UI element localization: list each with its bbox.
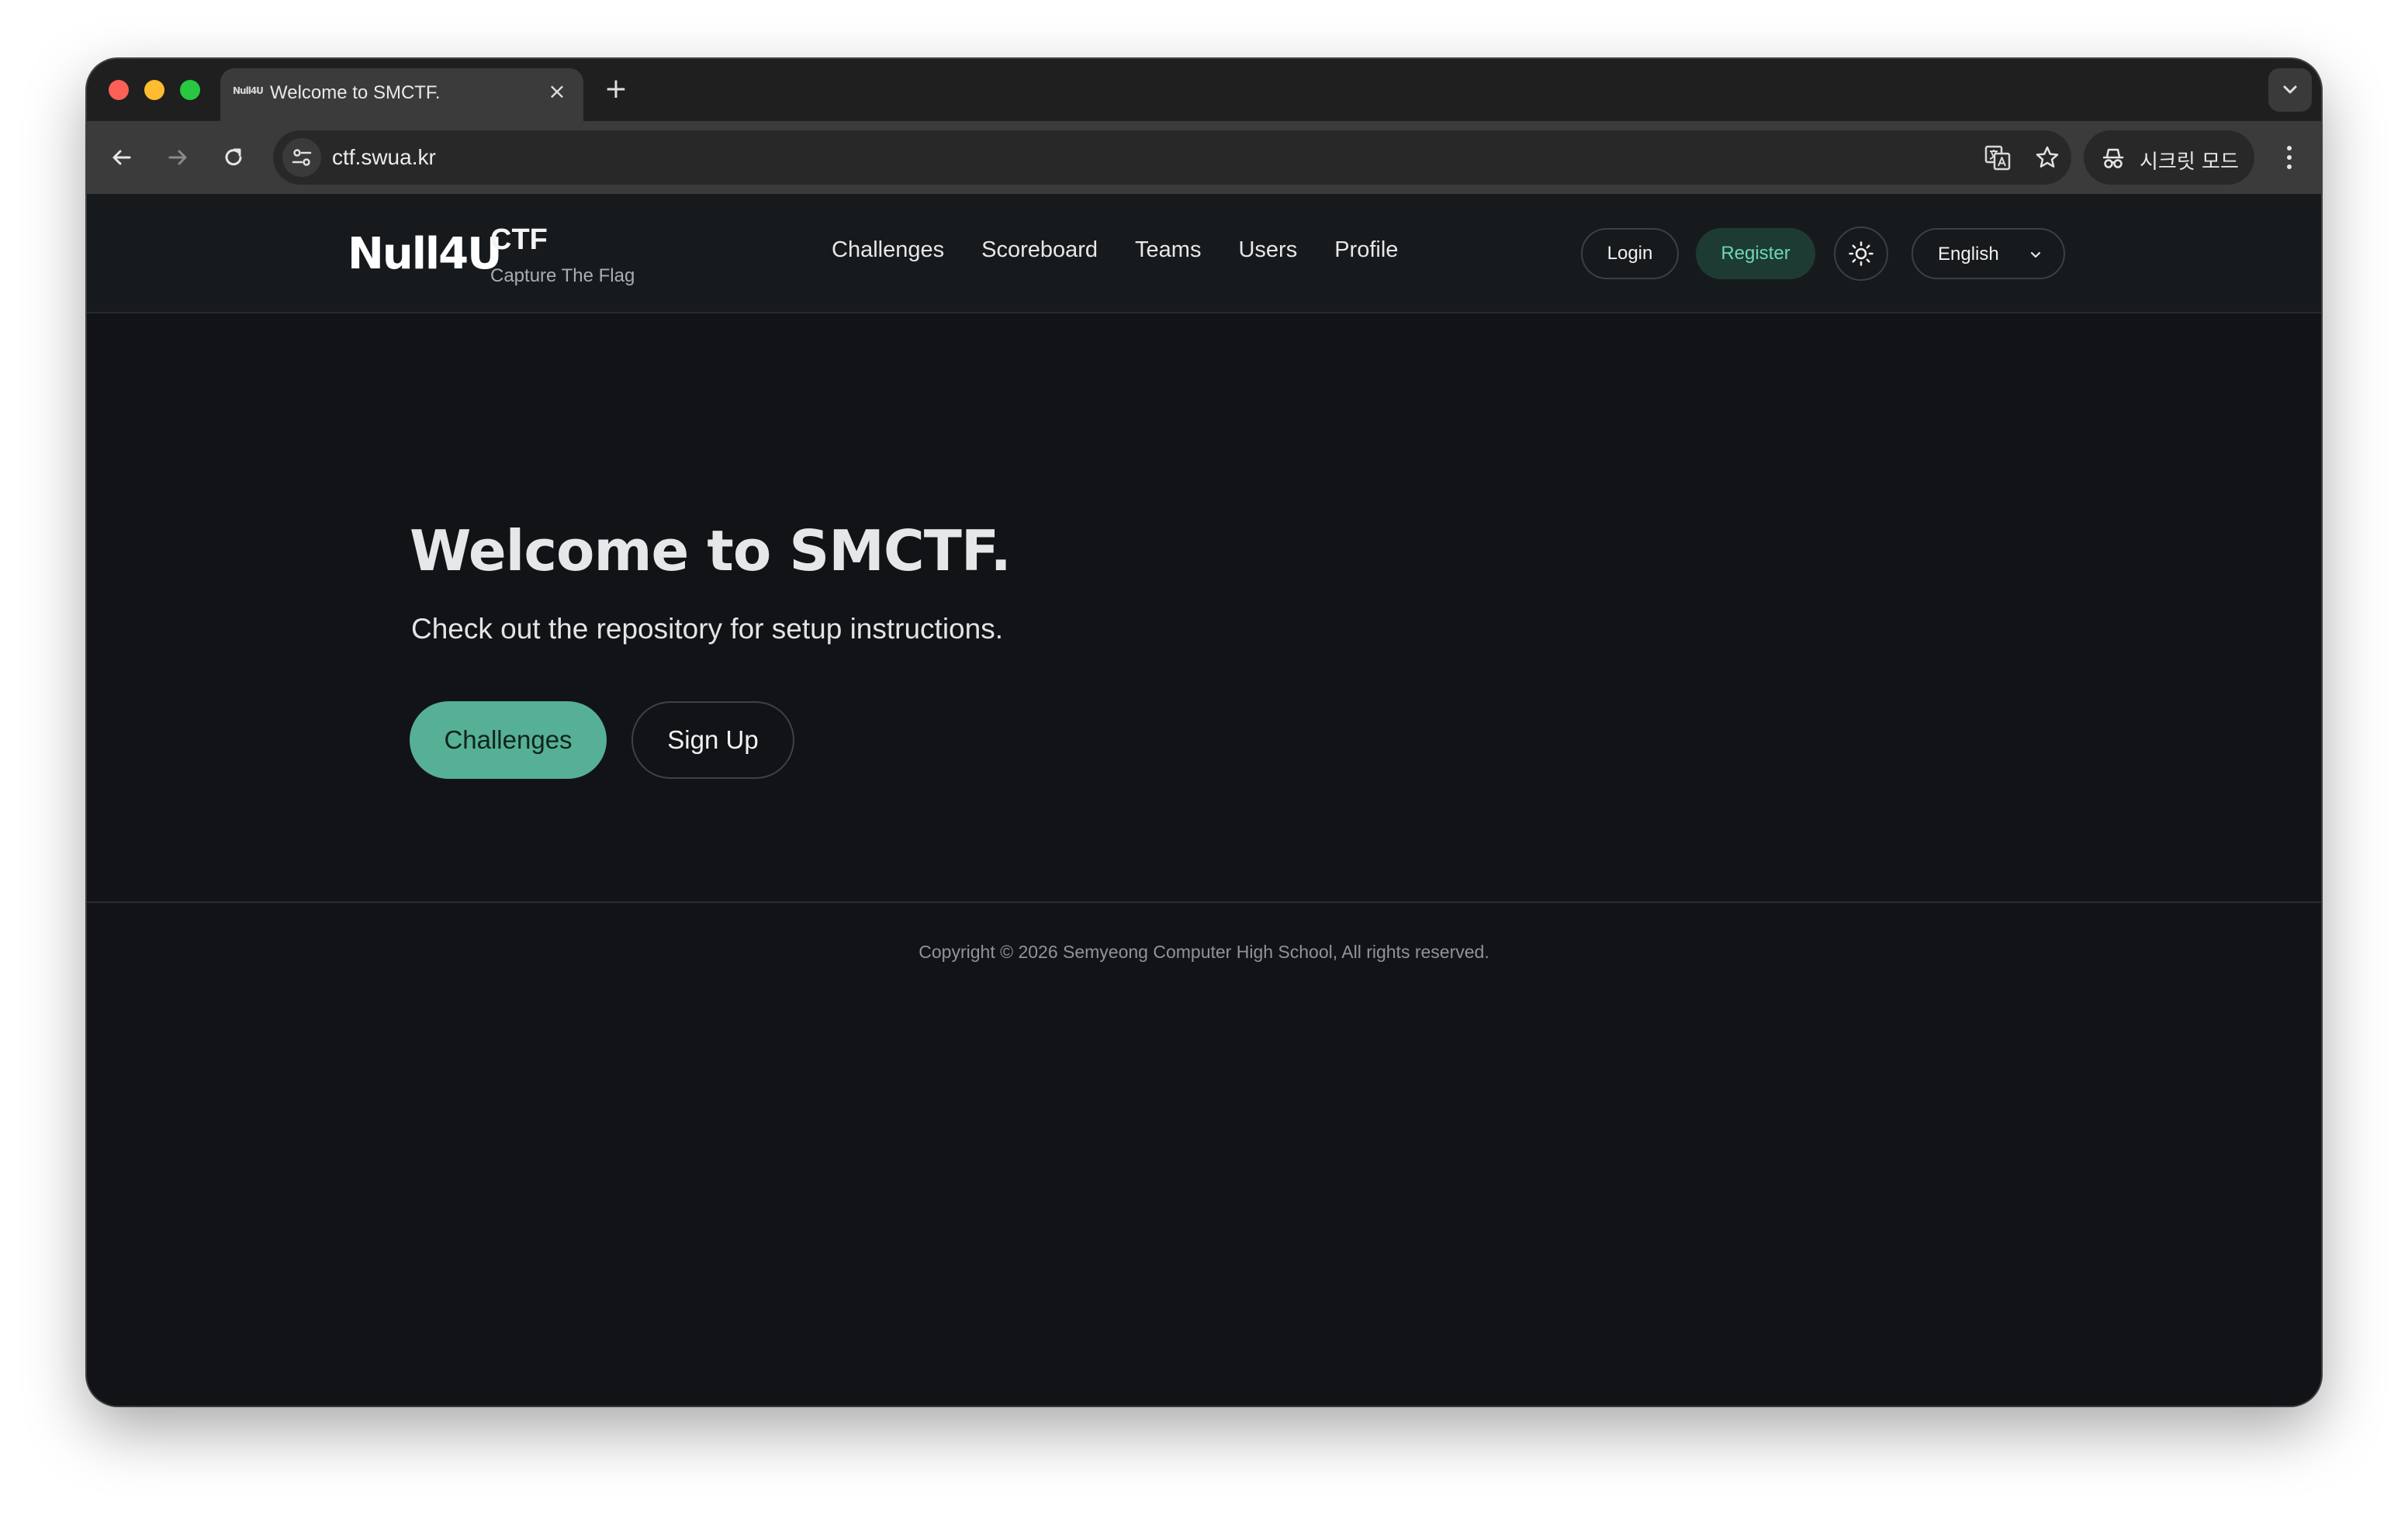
arrow-left-icon (112, 150, 131, 165)
browser-toolbar: ctf.swua.kr 시크릿 모드 (87, 121, 2321, 194)
incognito-label: 시크릿 모드 (2140, 150, 2239, 174)
web-page: Null4U CTF Capture The Flag Challenges S… (87, 194, 2321, 1406)
reload-icon (225, 148, 242, 166)
translate-icon (1984, 145, 2011, 171)
theme-toggle-button[interactable] (1834, 227, 1888, 281)
brand-subtitle: Capture The Flag (490, 265, 635, 286)
incognito-indicator[interactable]: 시크릿 모드 (2084, 130, 2254, 185)
site-header: Null4U CTF Capture The Flag Challenges S… (87, 194, 2321, 313)
chevron-down-icon (2283, 85, 2297, 94)
new-tab-button[interactable]: + (599, 73, 633, 107)
browser-menu-button[interactable] (2270, 138, 2309, 177)
close-window-button[interactable] (109, 80, 129, 100)
forward-button[interactable] (158, 138, 197, 177)
tab-strip: Null4U Welcome to SMCTF. × + (87, 59, 2321, 121)
maximize-window-button[interactable] (180, 80, 200, 100)
language-select-value: English (1938, 244, 1999, 265)
site-logo[interactable]: Null4U (348, 230, 503, 279)
sign-up-button[interactable]: Sign Up (631, 701, 794, 779)
close-tab-icon[interactable]: × (545, 79, 569, 104)
tab-title: Welcome to SMCTF. (270, 82, 441, 103)
incognito-icon (2102, 148, 2124, 168)
minimize-window-button[interactable] (144, 80, 164, 100)
hero-title: Welcome to SMCTF. (410, 518, 1012, 583)
nav-users[interactable]: Users (1238, 237, 1297, 263)
language-select[interactable]: English (1912, 228, 2065, 279)
translate-button[interactable] (1980, 140, 2015, 175)
nav-profile[interactable]: Profile (1334, 237, 1398, 263)
star-icon (2036, 146, 2059, 168)
footer-divider (87, 901, 2321, 903)
login-button[interactable]: Login (1581, 228, 1679, 279)
tab-search-button[interactable] (2268, 68, 2312, 112)
nav-teams[interactable]: Teams (1135, 237, 1201, 263)
sun-icon (1849, 241, 1873, 266)
url-text: ctf.swua.kr (332, 145, 436, 169)
footer-copyright: Copyright © 2026 Semyeong Computer High … (919, 942, 1489, 962)
register-button[interactable]: Register (1696, 228, 1815, 279)
nav-scoreboard[interactable]: Scoreboard (981, 237, 1098, 263)
arrow-right-icon (168, 150, 187, 165)
browser-tab[interactable]: Null4U Welcome to SMCTF. × (220, 68, 583, 121)
challenges-button[interactable]: Challenges (410, 701, 607, 779)
reload-button[interactable] (214, 138, 253, 177)
more-vertical-icon (2287, 146, 2292, 169)
bookmark-button[interactable] (2029, 140, 2065, 175)
browser-window: Null4U Welcome to SMCTF. × + ctf.swua.kr… (87, 59, 2321, 1406)
chevron-down-icon (2030, 251, 2041, 258)
hero-subtitle: Check out the repository for setup instr… (411, 613, 1003, 645)
favicon-icon: Null4U (233, 85, 264, 96)
nav-challenges[interactable]: Challenges (832, 237, 944, 263)
back-button[interactable] (102, 138, 141, 177)
address-bar[interactable]: ctf.swua.kr (273, 130, 2071, 185)
main-nav: Challenges Scoreboard Teams Users Profil… (832, 237, 1398, 263)
brand-title: CTF (490, 223, 548, 256)
tune-icon (292, 149, 312, 166)
site-info-button[interactable] (282, 138, 321, 177)
